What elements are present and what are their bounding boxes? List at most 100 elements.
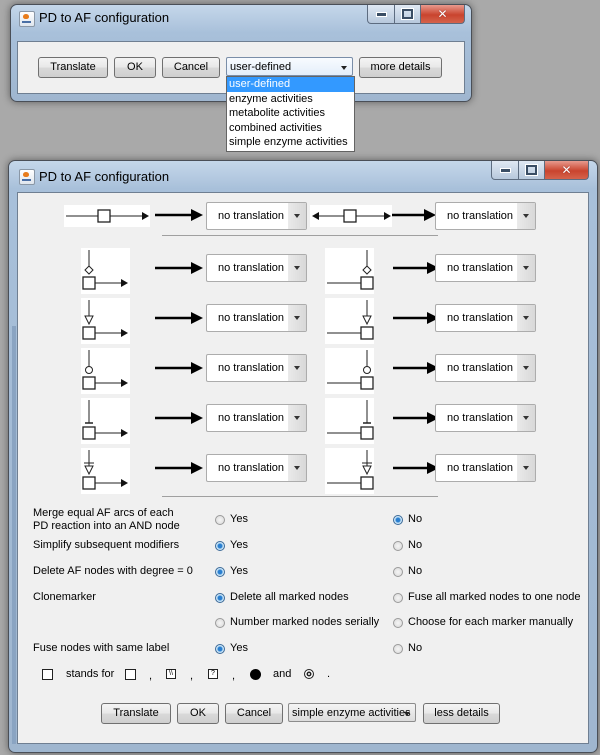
translation-combo[interactable]: no translation bbox=[435, 304, 536, 332]
preset-combo-value: user-defined bbox=[230, 61, 292, 73]
cancel-button[interactable]: Cancel bbox=[162, 57, 220, 78]
radio-simplify-no[interactable] bbox=[393, 541, 403, 551]
translation-combo[interactable]: no translation bbox=[206, 354, 307, 382]
translation-combo[interactable]: no translation bbox=[435, 404, 536, 432]
close-icon: ✕ bbox=[561, 163, 572, 177]
square-node-icon bbox=[125, 669, 136, 680]
separator bbox=[162, 235, 438, 236]
radio-clonemarker-number[interactable] bbox=[215, 618, 225, 628]
radio-label: Yes bbox=[230, 565, 248, 577]
ok-button[interactable]: OK bbox=[177, 703, 219, 724]
square-node-icon bbox=[42, 669, 53, 680]
translation-combo[interactable]: no translation bbox=[206, 254, 307, 282]
chevron-down-icon bbox=[288, 203, 306, 229]
translate-button[interactable]: Translate bbox=[101, 703, 171, 724]
translation-combo[interactable]: no translation bbox=[206, 404, 307, 432]
radio-label: No bbox=[408, 642, 423, 654]
reversible-arc-glyph bbox=[310, 205, 392, 227]
cancel-button[interactable]: Cancel bbox=[225, 703, 283, 724]
radio-merge-no[interactable] bbox=[393, 515, 403, 525]
chevron-down-icon bbox=[341, 66, 347, 70]
chevron-down-icon bbox=[288, 255, 306, 281]
translation-combo[interactable]: no translation bbox=[435, 454, 536, 482]
radio-fuse-yes[interactable] bbox=[215, 644, 225, 654]
option-label-delete-degree: Delete AF nodes with degree = 0 bbox=[33, 565, 193, 577]
necessary-stimulation-arc-glyph bbox=[325, 448, 374, 494]
translates-to-arrow-icon bbox=[155, 208, 205, 222]
translation-combo[interactable]: no translation bbox=[435, 254, 536, 282]
necessary-stimulation-arc-glyph bbox=[81, 448, 130, 494]
chevron-down-icon bbox=[404, 712, 410, 716]
radio-label: Yes bbox=[230, 642, 248, 654]
chevron-down-icon bbox=[517, 203, 535, 229]
inhibition-arc-glyph bbox=[325, 398, 374, 444]
chevron-down-icon bbox=[288, 305, 306, 331]
stimulation-arc-glyph bbox=[81, 298, 130, 344]
translate-button[interactable]: Translate bbox=[38, 57, 108, 78]
dropdown-option[interactable]: metabolite activities bbox=[227, 106, 354, 121]
preset-combo[interactable]: user-defined bbox=[226, 57, 353, 76]
chevron-down-icon bbox=[288, 405, 306, 431]
translates-to-arrow-icon bbox=[155, 311, 205, 325]
radio-label: No bbox=[408, 513, 423, 525]
close-button[interactable]: ✕ bbox=[421, 5, 465, 24]
chevron-down-icon bbox=[517, 355, 535, 381]
chevron-down-icon bbox=[517, 255, 535, 281]
radio-simplify-yes[interactable] bbox=[215, 541, 225, 551]
ok-button[interactable]: OK bbox=[114, 57, 156, 78]
legend-stands-for: stands for bbox=[66, 668, 115, 680]
title-bar[interactable]: PD to AF configuration ✕ bbox=[11, 5, 471, 31]
chevron-down-icon bbox=[288, 455, 306, 481]
radio-label: Fuse all marked nodes to one node bbox=[408, 591, 581, 603]
unknown-node-icon: ? bbox=[208, 669, 218, 679]
preset-combo[interactable]: simple enzyme activities bbox=[288, 703, 416, 722]
close-button[interactable]: ✕ bbox=[545, 161, 589, 180]
radio-clonemarker-fuse[interactable] bbox=[393, 593, 403, 603]
radio-delete-no[interactable] bbox=[393, 567, 403, 577]
radio-delete-yes[interactable] bbox=[215, 567, 225, 577]
maximize-button[interactable] bbox=[395, 5, 421, 24]
double-circle-icon bbox=[304, 669, 314, 679]
option-label-clonemarker: Clonemarker bbox=[33, 591, 96, 603]
radio-merge-yes[interactable] bbox=[215, 515, 225, 525]
translation-combo[interactable]: no translation bbox=[435, 202, 536, 230]
title-bar[interactable]: PD to AF configuration ✕ bbox=[9, 161, 597, 187]
more-details-button[interactable]: more details bbox=[359, 57, 442, 78]
radio-label: No bbox=[408, 565, 423, 577]
radio-clonemarker-delete[interactable] bbox=[215, 593, 225, 603]
translation-combo[interactable]: no translation bbox=[206, 202, 307, 230]
window-border-scrollbar bbox=[12, 326, 16, 744]
option-label-simplify: Simplify subsequent modifiers bbox=[33, 539, 180, 551]
filled-circle-icon bbox=[250, 669, 261, 680]
dropdown-option[interactable]: combined activities bbox=[227, 121, 354, 136]
perturbation-node-icon: \\ bbox=[166, 669, 176, 679]
minimize-button[interactable] bbox=[491, 161, 519, 180]
window-title: PD to AF configuration bbox=[39, 10, 170, 25]
translation-combo[interactable]: no translation bbox=[206, 304, 307, 332]
radio-label: Yes bbox=[230, 513, 248, 525]
dropdown-option[interactable]: user-defined bbox=[227, 77, 354, 92]
legend-and: and bbox=[273, 668, 292, 680]
maximize-button[interactable] bbox=[519, 161, 545, 180]
minimize-icon bbox=[499, 167, 511, 173]
radio-fuse-no[interactable] bbox=[393, 644, 403, 654]
option-label-merge-and: Merge equal AF arcs of each PD reaction … bbox=[33, 507, 180, 532]
stimulation-arc-glyph bbox=[325, 298, 374, 344]
radio-clonemarker-choose[interactable] bbox=[393, 618, 403, 628]
modulation-arc-glyph bbox=[325, 248, 374, 294]
catalysis-arc-glyph bbox=[81, 348, 130, 394]
preset-dropdown-list: user-defined enzyme activities metabolit… bbox=[226, 76, 355, 152]
consumption-production-arc-glyph bbox=[64, 205, 150, 227]
minimize-button[interactable] bbox=[367, 5, 395, 24]
less-details-button[interactable]: less details bbox=[423, 703, 500, 724]
translates-to-arrow-icon bbox=[155, 461, 205, 475]
option-label-fuse-same-label: Fuse nodes with same label bbox=[33, 642, 170, 654]
translation-combo[interactable]: no translation bbox=[435, 354, 536, 382]
chevron-down-icon bbox=[288, 355, 306, 381]
separator bbox=[162, 496, 438, 497]
dropdown-option[interactable]: enzyme activities bbox=[227, 92, 354, 107]
translation-combo[interactable]: no translation bbox=[206, 454, 307, 482]
dropdown-option[interactable]: simple enzyme activities bbox=[227, 135, 354, 150]
modulation-arc-glyph bbox=[81, 248, 130, 294]
chevron-down-icon bbox=[517, 405, 535, 431]
